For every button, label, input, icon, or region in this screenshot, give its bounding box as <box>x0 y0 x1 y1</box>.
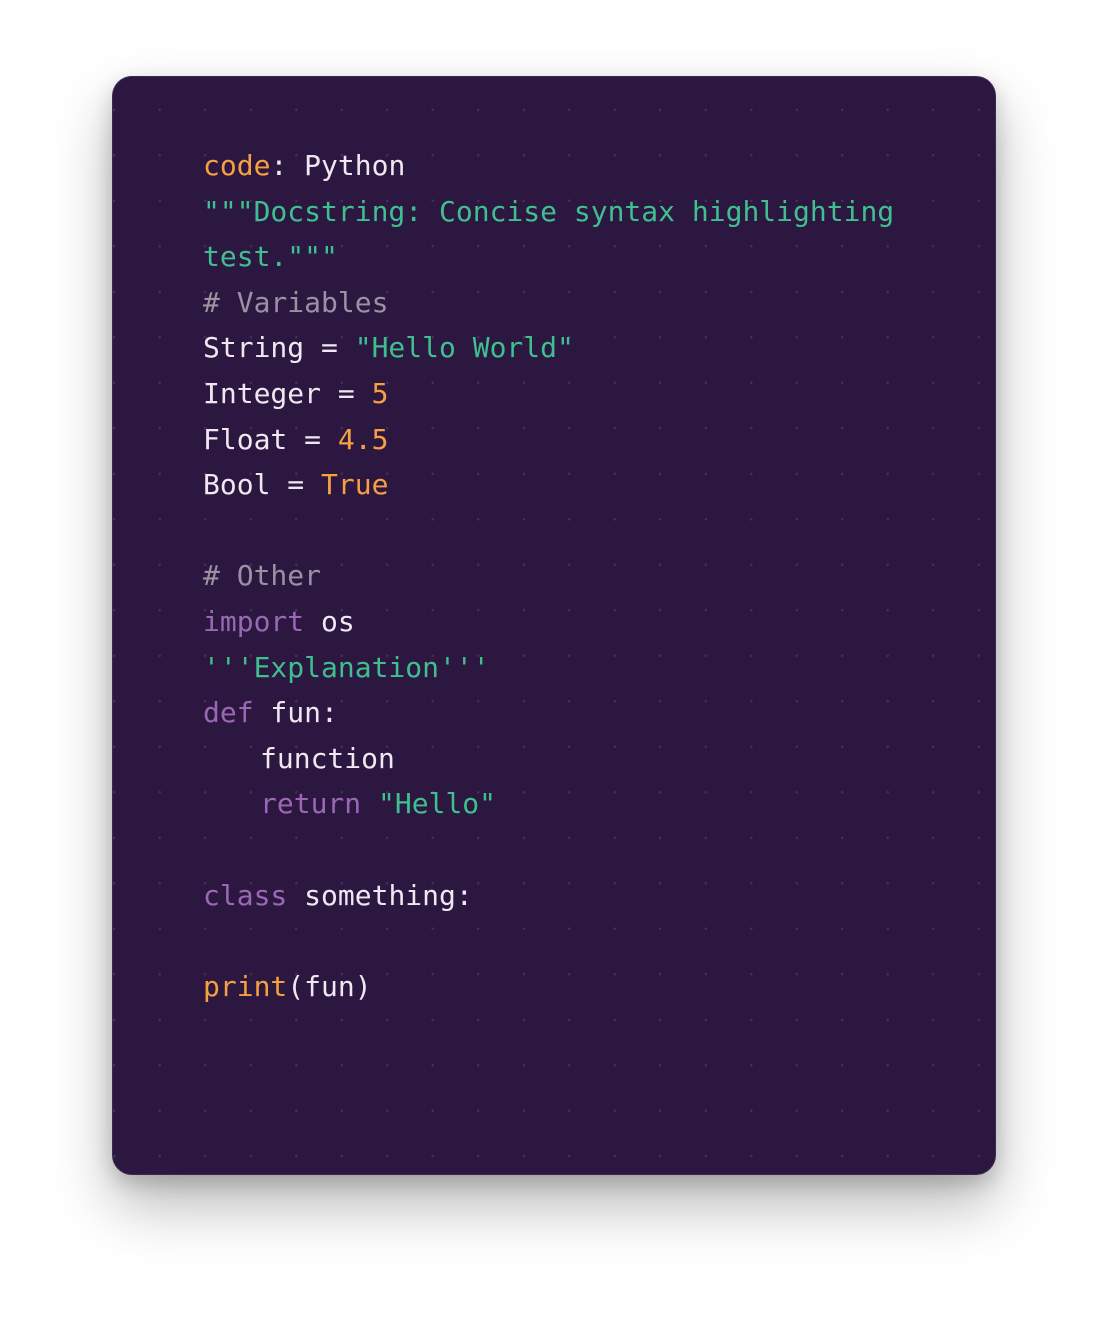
code-token-kw: return <box>260 787 362 821</box>
code-line: return "Hello" <box>203 781 894 827</box>
code-line: print(fun) <box>203 964 894 1010</box>
code-token-kw: import <box>203 604 305 638</box>
code-token-doc: """Docstring: Concise syntax highlightin… <box>203 194 895 228</box>
code-line: # Variables <box>203 280 894 326</box>
code-token-doc: test.""" <box>203 240 338 274</box>
code-token-key: code <box>203 149 271 182</box>
code-line: # Other <box>203 553 894 599</box>
code-token-com: # Other <box>203 559 322 593</box>
code-token-com: # Variables <box>203 285 389 319</box>
code-token-num: True <box>321 468 389 502</box>
code-line: test.""" <box>203 234 894 280</box>
code-token-str: '''Explanation''' <box>203 650 490 684</box>
code-line: String = "Hello World" <box>203 325 894 371</box>
code-token-txt: os <box>304 604 355 638</box>
code-token-txt: function <box>260 741 395 775</box>
code-block: code: Python """Docstring: Concise syntax… <box>203 143 894 1009</box>
code-token-fn: print <box>203 969 288 1003</box>
code-line: class something: <box>203 873 894 919</box>
code-token-txt: : Python <box>270 149 406 182</box>
code-token-txt: Integer = <box>203 376 372 410</box>
code-line: function <box>203 736 894 782</box>
code-token-kw: def <box>203 696 254 730</box>
code-line: Integer = 5 <box>203 371 894 417</box>
code-snippet-card: code: Python """Docstring: Concise syntax… <box>112 76 996 1175</box>
code-token-kw: class <box>203 878 288 912</box>
code-token-txt: String = <box>203 331 355 365</box>
code-token-txt: something: <box>287 878 473 912</box>
code-line: """Docstring: Concise syntax highlightin… <box>203 189 894 235</box>
code-token-txt: (fun) <box>287 969 372 1003</box>
code-token-txt: fun: <box>253 696 338 730</box>
code-token-txt: Float = <box>203 422 338 456</box>
code-line: def fun: <box>203 690 894 736</box>
code-line: import os <box>203 599 894 645</box>
code-token-str: "Hello World" <box>354 331 574 365</box>
code-line: '''Explanation''' <box>203 645 894 691</box>
code-token-str: "Hello" <box>378 787 497 821</box>
code-token-txt: Bool = <box>203 468 322 502</box>
code-line: Float = 4.5 <box>203 417 894 463</box>
code-line: code: Python <box>203 143 894 189</box>
code-line: Bool = True <box>203 462 894 508</box>
code-token-num: 5 <box>371 376 389 410</box>
code-token-num: 4.5 <box>337 422 389 456</box>
